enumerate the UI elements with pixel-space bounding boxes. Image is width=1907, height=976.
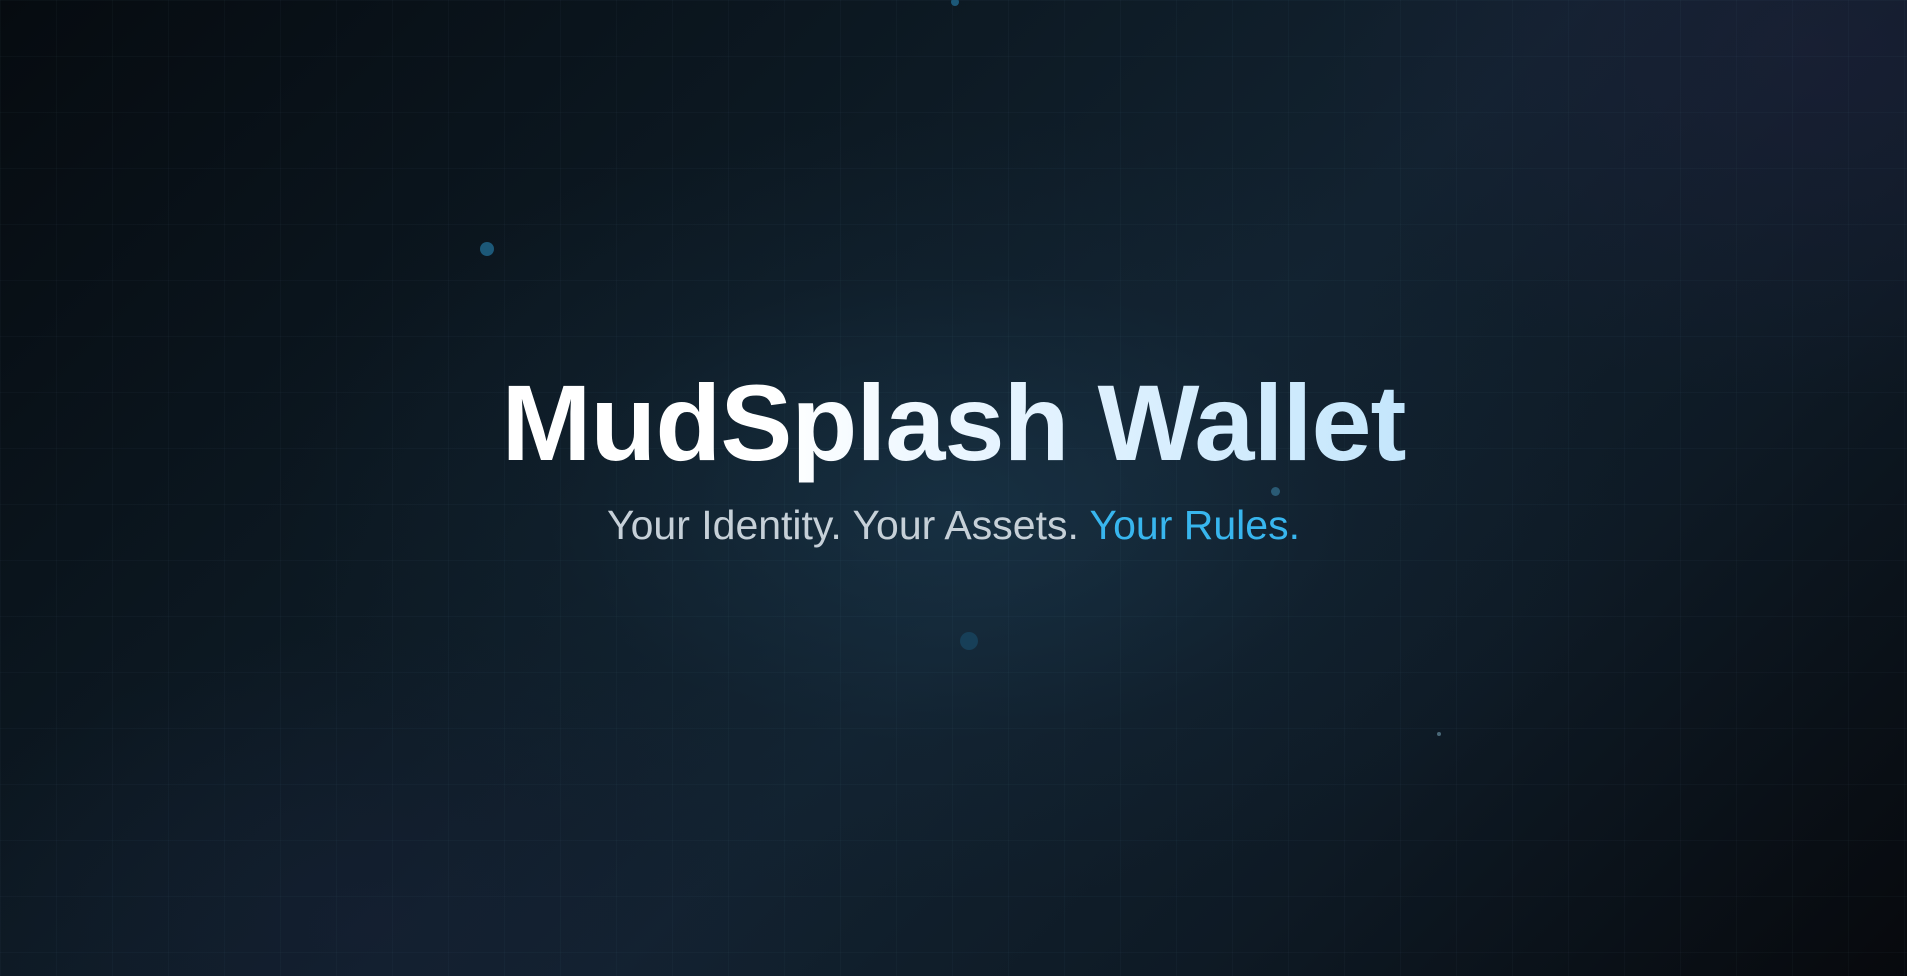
tagline-rules: Your Rules. <box>1089 502 1300 548</box>
particle-dot <box>1437 732 1441 736</box>
hero-section: MudSplash Wallet Your Identity. Your Ass… <box>0 355 1907 551</box>
tagline-identity: Your Identity. <box>607 502 842 548</box>
particle-dot <box>951 0 959 6</box>
tagline-assets: Your Assets. <box>852 502 1079 548</box>
particle-dot <box>480 242 494 256</box>
tagline: Your Identity. Your Assets. Your Rules. <box>0 499 1907 551</box>
particle-dot <box>960 632 978 650</box>
page-title: MudSplash Wallet <box>501 355 1406 491</box>
landing-page: { "hero": { "title": "MudSplash Wallet",… <box>0 0 1907 976</box>
